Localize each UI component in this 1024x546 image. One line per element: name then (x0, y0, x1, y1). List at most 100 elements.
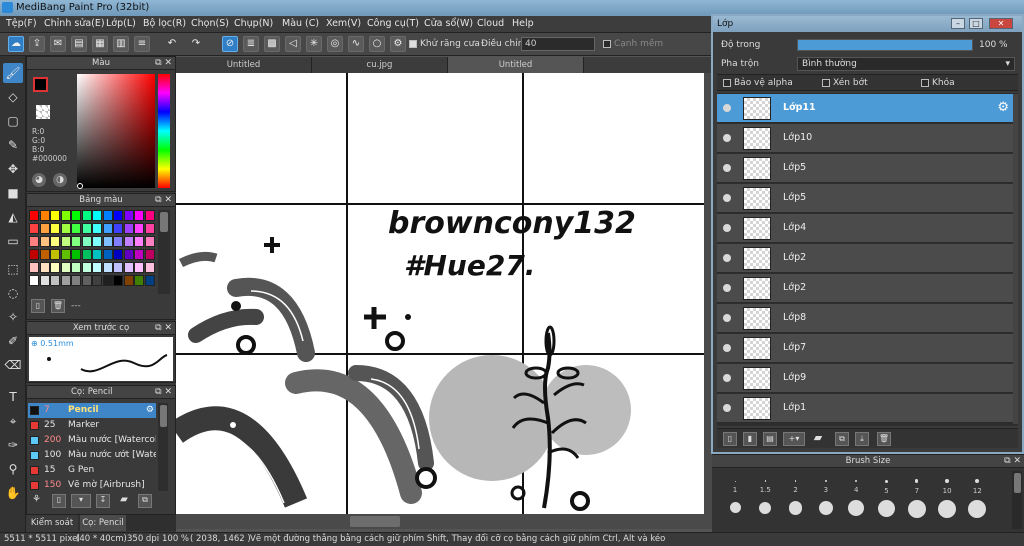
hand-tool-icon[interactable]: ✋ (3, 483, 23, 503)
layer-row[interactable]: Lớp2 (717, 244, 1013, 273)
tab-brush-control[interactable]: Kiểm soát cọ (26, 515, 78, 544)
merge-layer-icon[interactable]: ⤓ (855, 432, 869, 446)
color-swatch[interactable] (113, 262, 123, 273)
color-swatch[interactable] (81, 249, 92, 260)
select-eraser-icon[interactable]: ⌫ (3, 355, 23, 375)
color-swatch[interactable] (39, 236, 50, 247)
move-tool-icon[interactable]: ✥ (3, 159, 23, 179)
brush-item[interactable]: 200 Màu nước [Watercolor] (28, 433, 156, 448)
maximize-icon[interactable]: □ (969, 18, 983, 29)
tab-brush-pencil[interactable]: Cọ: Pencil (80, 515, 126, 531)
color-swatch[interactable] (92, 262, 102, 273)
import-brush-icon[interactable]: ↧ (96, 494, 110, 508)
blend-select[interactable]: Bình thường ▾ (797, 57, 1015, 71)
color-swatch[interactable] (29, 275, 39, 286)
color-swatch[interactable] (71, 236, 81, 247)
saturation-value-picker[interactable] (77, 74, 155, 188)
color-swatch[interactable] (123, 236, 134, 247)
menu-tools[interactable]: Công cụ(T) (367, 18, 419, 29)
layer-row[interactable]: Lớp11 ⚙ (717, 94, 1013, 123)
divide-tool-icon[interactable]: ⌖ (3, 411, 23, 431)
bucket-tool-icon[interactable]: ◭ (3, 207, 23, 227)
color-swatch[interactable] (39, 249, 50, 260)
color-swatch[interactable] (50, 236, 60, 247)
color-swatch[interactable] (60, 249, 71, 260)
brush-list-scrollbar[interactable] (158, 403, 168, 491)
color-swatch[interactable] (92, 275, 102, 286)
color-swatch[interactable] (50, 210, 60, 221)
add-layer-menu-icon[interactable]: +▾ (783, 432, 805, 446)
brush-size-option[interactable]: 3 (811, 471, 841, 516)
share-icon[interactable]: ⇪ (29, 36, 45, 52)
color-swatch[interactable] (113, 275, 123, 286)
visibility-icon[interactable] (723, 194, 731, 202)
brush-size-option[interactable]: 1.5 (750, 471, 780, 514)
palette-scrollbar[interactable] (158, 210, 170, 294)
dot-tool-icon[interactable]: ✎ (3, 135, 23, 155)
color-swatch[interactable] (81, 262, 92, 273)
horizontal-scrollbar[interactable] (176, 514, 712, 529)
visibility-icon[interactable] (723, 164, 731, 172)
menu-select[interactable]: Chọn(S) (191, 18, 229, 29)
visibility-icon[interactable] (723, 254, 731, 262)
lock-checkbox[interactable] (921, 78, 929, 87)
new-halftone-layer-icon[interactable]: ▤ (763, 432, 777, 446)
panel-close-icon[interactable]: ⧉ ✕ (1004, 455, 1021, 468)
brush-size-option[interactable]: 12 (962, 471, 992, 519)
layer-row[interactable]: Lớp4 (717, 214, 1013, 243)
color-swatch[interactable] (123, 262, 134, 273)
brush-item[interactable]: 100 Màu nước ướt [Watercolor Wet] (28, 448, 156, 463)
visibility-icon[interactable] (723, 314, 731, 322)
new-palette-icon[interactable]: ▯ (31, 299, 45, 313)
visibility-icon[interactable] (723, 374, 731, 382)
color-swatch[interactable] (92, 210, 102, 221)
circle-snap-icon[interactable]: ○ (369, 36, 385, 52)
color-swatch[interactable] (60, 236, 71, 247)
sharp-checkbox[interactable] (603, 39, 611, 48)
eyedropper-icon[interactable]: ⚲ (3, 459, 23, 479)
brush-item[interactable]: 7 Pencil ⚙ (28, 403, 156, 418)
undo-icon[interactable]: ↶ (164, 36, 180, 52)
doc-tab-cu[interactable]: cu.jpg (312, 57, 448, 73)
layer-settings-icon[interactable]: ⚙ (997, 100, 1009, 115)
brush-size-option[interactable]: 10 (932, 471, 962, 518)
curve-snap-icon[interactable]: ∿ (348, 36, 364, 52)
menu-snap[interactable]: Chụp(N) (234, 18, 273, 29)
color-swatch[interactable] (102, 223, 113, 234)
color-swatch[interactable] (113, 223, 123, 234)
color-swatch[interactable] (134, 262, 144, 273)
hue-slider[interactable] (158, 74, 170, 188)
new-layer-icon[interactable]: ▯ (723, 432, 737, 446)
brush-tool-icon[interactable]: 🖌 (3, 63, 23, 83)
layer-row[interactable]: Lớp1 (717, 394, 1013, 423)
brush-size-option[interactable]: 1 (720, 471, 750, 513)
color-swatch[interactable] (144, 223, 155, 234)
color-swatch[interactable] (123, 249, 134, 260)
color-swatch[interactable] (60, 275, 71, 286)
antialias-checkbox[interactable] (409, 39, 417, 48)
delete-layer-icon[interactable]: 🗑 (877, 432, 891, 446)
color-swatch[interactable] (123, 210, 134, 221)
new-brush-icon[interactable]: ▯ (52, 494, 66, 508)
color-swatch[interactable] (60, 210, 71, 221)
magic-wand-icon[interactable]: ✧ (3, 307, 23, 327)
doc-tab-untitled-1[interactable]: Untitled (176, 57, 312, 73)
protect-alpha-toggle[interactable]: Bảo vệ alpha (723, 78, 793, 88)
layer-row[interactable]: Lớp10 (717, 124, 1013, 153)
color-swatch[interactable] (144, 236, 155, 247)
color-swatch[interactable] (144, 275, 155, 286)
eraser-tool-icon[interactable]: ◇ (3, 87, 23, 107)
panel-close-icon[interactable]: ⧉ ✕ (155, 386, 172, 399)
color-swatch[interactable] (29, 210, 39, 221)
color-swatch[interactable] (123, 223, 134, 234)
color-swatch[interactable] (134, 275, 144, 286)
color-history-icon[interactable]: ◑ (53, 173, 67, 187)
doc-tab-untitled-2[interactable]: Untitled (448, 57, 584, 73)
antialias-toggle[interactable]: Khử răng cưa (409, 39, 480, 49)
folder-icon[interactable]: ▰ (116, 494, 132, 508)
color-swatch[interactable] (29, 262, 39, 273)
color-swatch[interactable] (113, 249, 123, 260)
color-swatch[interactable] (71, 275, 81, 286)
color-swatch[interactable] (71, 210, 81, 221)
layer-row[interactable]: Lớp2 (717, 274, 1013, 303)
